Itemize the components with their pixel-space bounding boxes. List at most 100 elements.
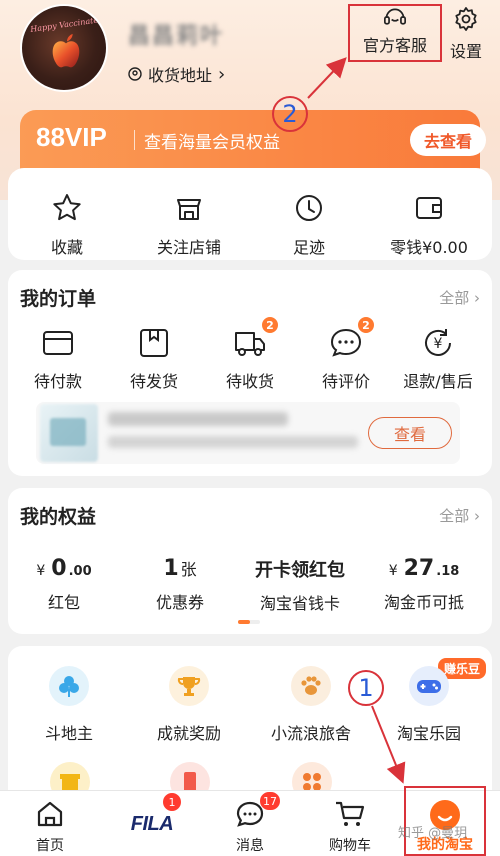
address-link[interactable]: 收货地址 › [128, 62, 225, 86]
product-thumbnail [40, 404, 98, 462]
order-item-refund[interactable]: ¥ 退款/售后 [392, 326, 484, 392]
games-card: 赚乐豆 斗地主 成就奖励 小流浪旅舍 淘宝乐园 [8, 646, 492, 806]
benefit-decimal: .18 [436, 564, 460, 579]
settings-label: 设置 [449, 42, 482, 61]
benefits-view-all-link[interactable]: 全部 › [439, 505, 480, 526]
game-item-label: 斗地主 [44, 724, 93, 743]
home-icon [37, 801, 63, 827]
customer-service-button[interactable]: 官方客服 [348, 4, 442, 62]
clock-icon [296, 195, 322, 221]
location-pin-icon [128, 67, 142, 81]
tab-messages[interactable]: 17 消息 [210, 791, 290, 855]
benefit-unit: 张 [180, 560, 197, 579]
gamepad-icon [417, 680, 441, 693]
order-item-label: 退款/售后 [403, 372, 473, 391]
game-item-achievements[interactable]: 成就奖励 [134, 666, 244, 744]
truck-icon [235, 332, 265, 356]
chevron-right-icon: › [218, 63, 226, 85]
game-item-hostel[interactable]: 小流浪旅舍 [256, 666, 366, 744]
game-item-label: 淘宝乐园 [396, 724, 461, 743]
order-item-pending-receipt[interactable]: 2 待收货 [204, 316, 296, 392]
tab-label: 购物车 [329, 838, 371, 854]
quick-item-label: 零钱¥0.00 [390, 238, 468, 257]
benefit-item-saving-card[interactable]: 开卡领红包 淘宝省钱卡 [240, 556, 360, 614]
cart-icon [336, 801, 365, 826]
game-item-label: 成就奖励 [156, 724, 221, 743]
orders-view-all-link[interactable]: 全部 › [439, 287, 480, 308]
annotation-marker-1: 1 [348, 670, 384, 706]
comment-icon [330, 328, 362, 357]
svg-text:¥: ¥ [434, 336, 443, 352]
annotation-marker-2: 2 [272, 96, 308, 132]
fila-badge: 1 [162, 792, 182, 812]
wallet-icon [416, 197, 442, 219]
tab-home[interactable]: 首页 [10, 797, 90, 855]
customer-service-label: 官方客服 [362, 36, 427, 55]
orders-card: 我的订单 全部 › 待付款 待发货 2 待收货 2 待评价 ¥ 退款/售后 查看 [8, 270, 492, 476]
quick-item-history[interactable]: 足迹 [264, 192, 354, 258]
address-label: 收货地址 [148, 66, 213, 85]
order-item-pending-shipment[interactable]: 待发货 [108, 326, 200, 392]
order-item-label: 待发货 [129, 372, 178, 391]
vip-banner[interactable]: 88VIP 查看海量会员权益 去查看 [20, 110, 486, 170]
tab-my-taobao[interactable]: 我的淘宝 [404, 786, 486, 856]
game-item-doudizhu[interactable]: 斗地主 [14, 666, 124, 744]
shipping-detail-redacted [108, 436, 358, 448]
tab-label: 消息 [236, 838, 264, 854]
gear-icon [455, 7, 477, 31]
game-item-label: 小流浪旅舍 [270, 724, 351, 743]
vip-divider [134, 130, 135, 150]
trophy-icon [177, 677, 201, 696]
fila-logo: FILA [130, 812, 174, 835]
currency-symbol: ¥ [36, 563, 46, 579]
quick-item-followed-stores[interactable]: 关注店铺 [144, 192, 234, 258]
order-item-pending-review[interactable]: 2 待评价 [300, 316, 392, 392]
benefit-item-coupon[interactable]: 1张 优惠券 [120, 556, 240, 613]
star-icon [53, 194, 81, 221]
benefit-label: 红包 [47, 593, 80, 612]
benefit-value: 1 [163, 556, 179, 581]
vip-text: 查看海量会员权益 [144, 133, 280, 153]
orders-title: 我的订单 [20, 288, 97, 310]
benefit-label: 优惠券 [155, 593, 204, 612]
paw-icon [301, 676, 321, 695]
username: 昌昌莉叶 [128, 24, 225, 49]
order-item-pending-payment[interactable]: 待付款 [12, 326, 104, 392]
store-icon [177, 199, 201, 220]
settings-button[interactable]: 设置 [446, 6, 486, 62]
benefit-item-red-packet[interactable]: ¥0.00 红包 [4, 556, 124, 613]
shipping-update-row[interactable]: 查看 [36, 402, 460, 464]
order-item-label: 待付款 [33, 372, 82, 391]
vip-logo: 88VIP [36, 122, 107, 152]
benefit-decimal: .00 [68, 564, 92, 579]
benefits-title: 我的权益 [20, 506, 97, 528]
headset-icon [384, 8, 406, 25]
order-item-label: 待评价 [321, 372, 370, 391]
tab-label: 首页 [36, 838, 64, 854]
quick-access-card: 收藏 关注店铺 足迹 零钱¥0.00 [8, 168, 492, 260]
quick-item-favorites[interactable]: 收藏 [22, 192, 112, 258]
order-badge: 2 [261, 316, 279, 334]
quick-item-label: 收藏 [50, 238, 83, 257]
benefit-item-gold-coins[interactable]: ¥27.18 淘金币可抵 [364, 556, 484, 613]
watermark: 知乎 @曼玥 [398, 826, 468, 841]
tab-cart[interactable]: 购物车 [310, 797, 390, 855]
benefit-label: 淘金币可抵 [383, 593, 464, 612]
vip-view-button[interactable]: 去查看 [410, 124, 486, 156]
order-item-label: 待收货 [225, 372, 274, 391]
page-indicator [238, 620, 260, 624]
refund-icon: ¥ [425, 329, 451, 356]
benefits-card: 我的权益 全部 › ¥0.00 红包 1张 优惠券 开卡领红包 淘宝省钱卡 ¥2… [8, 488, 492, 634]
benefit-value: 27 [403, 556, 435, 581]
quick-item-wallet[interactable]: 零钱¥0.00 [384, 192, 474, 258]
view-shipping-button[interactable]: 查看 [368, 417, 452, 449]
clover-icon [59, 676, 79, 697]
package-icon [140, 329, 168, 357]
benefit-value: 0 [51, 556, 67, 581]
card-icon [43, 331, 73, 355]
benefit-value: 开卡领红包 [255, 560, 345, 581]
game-item-taobao-park[interactable]: 淘宝乐园 [374, 666, 484, 744]
quick-item-label: 足迹 [292, 238, 325, 257]
benefit-label: 淘宝省钱卡 [259, 594, 340, 613]
avatar[interactable]: Happy Vaccinated [20, 4, 108, 92]
